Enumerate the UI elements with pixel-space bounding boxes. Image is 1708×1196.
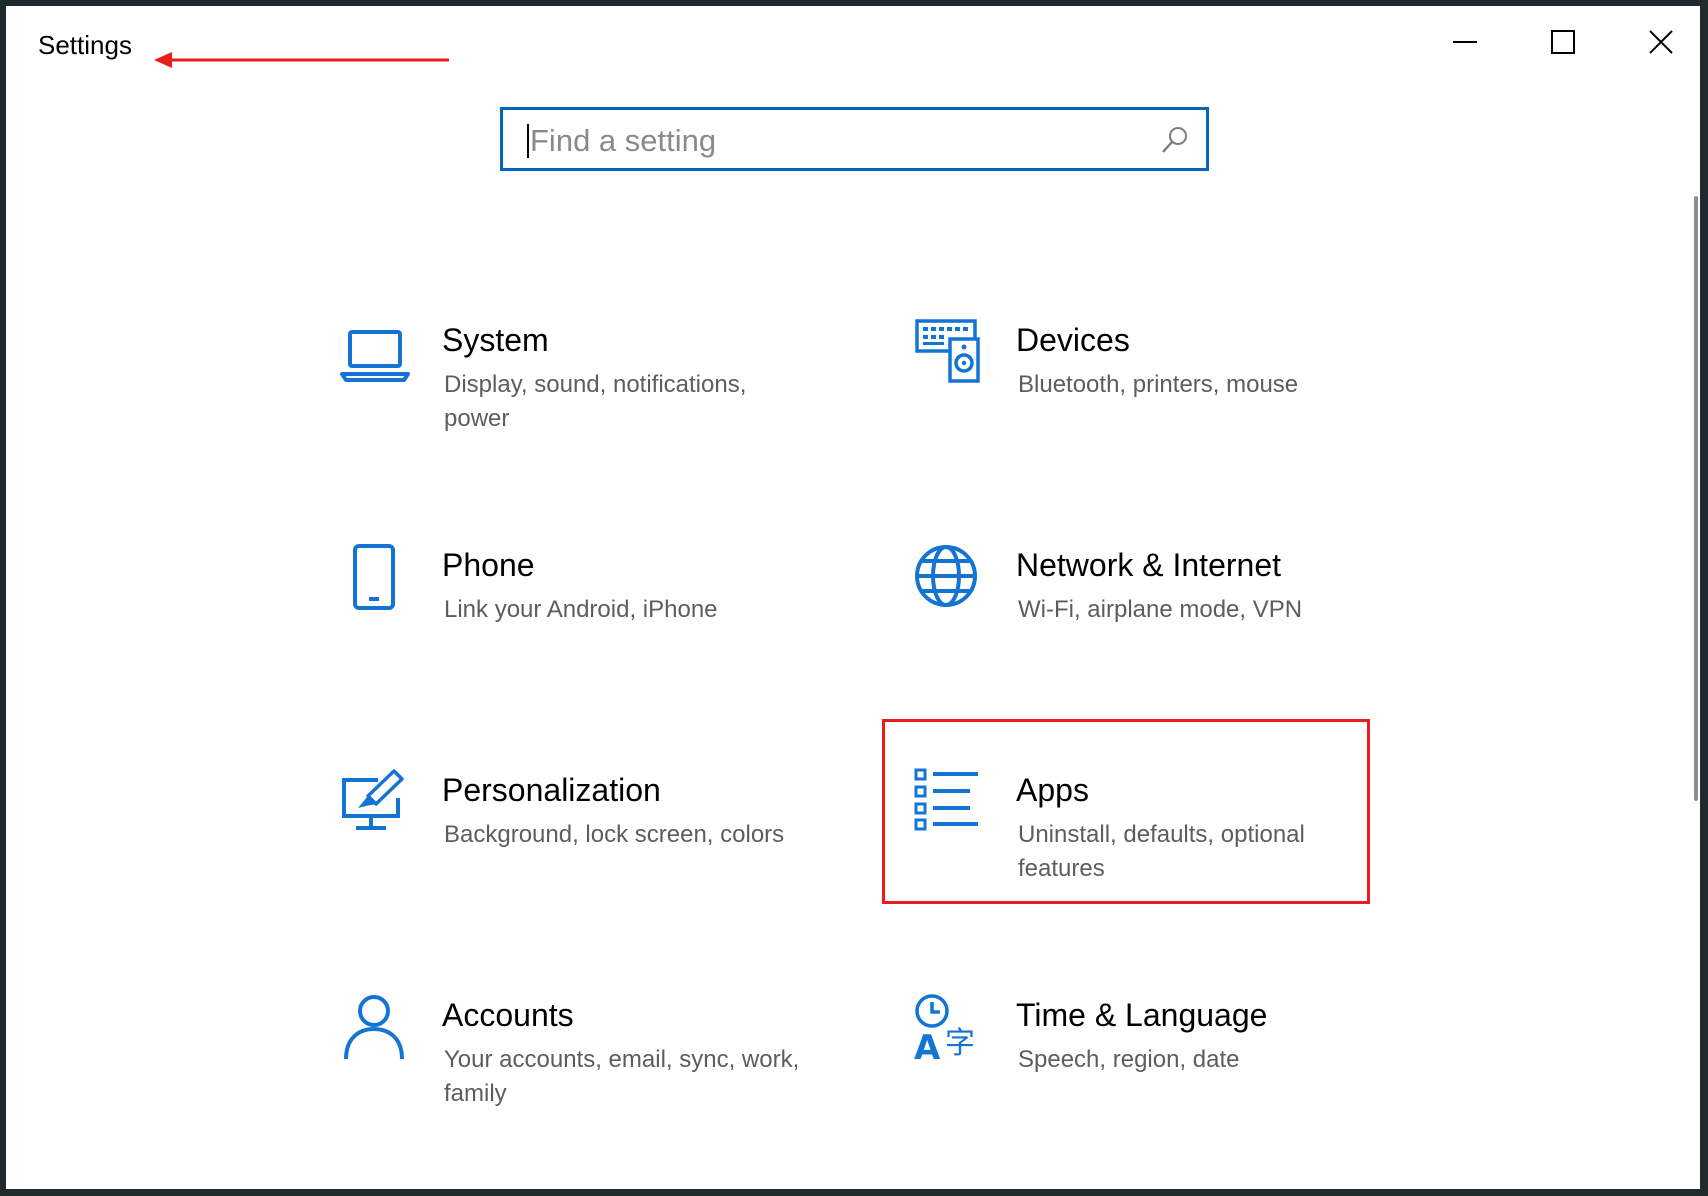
category-time-language[interactable]: A 字 Time & Language Speech, region, date <box>912 993 1382 1153</box>
category-personalization[interactable]: Personalization Background, lock screen,… <box>338 768 808 928</box>
category-title: System <box>442 322 549 358</box>
search-input[interactable]: Find a setting <box>500 107 1209 171</box>
search-icon[interactable] <box>1160 125 1190 155</box>
keyboard-speaker-icon <box>915 319 980 383</box>
category-description: Speech, region, date <box>1018 1046 1240 1073</box>
laptop-icon <box>340 330 410 382</box>
category-title: Accounts <box>442 997 574 1033</box>
person-icon <box>344 995 404 1060</box>
clock-language-icon: A 字 <box>914 994 975 1067</box>
annotation-highlight-apps <box>882 719 1370 904</box>
category-phone[interactable]: Phone Link your Android, iPhone <box>338 543 808 703</box>
category-description: Bluetooth, printers, mouse <box>1018 371 1299 398</box>
maximize-button[interactable] <box>1514 6 1612 78</box>
paintbrush-monitor-icon <box>342 769 404 830</box>
category-title: Phone <box>442 547 535 583</box>
category-title: Personalization <box>442 772 661 808</box>
minimize-button[interactable] <box>1416 6 1514 78</box>
globe-icon <box>915 545 977 607</box>
category-accounts[interactable]: Accounts Your accounts, email, sync, wor… <box>338 993 808 1153</box>
phone-icon <box>353 544 395 610</box>
svg-text:字: 字 <box>945 1026 975 1061</box>
category-title: Network & Internet <box>1016 547 1281 583</box>
window-title: Settings <box>38 30 132 60</box>
category-description: Wi-Fi, airplane mode, VPN <box>1018 596 1303 623</box>
category-description: Link your Android, iPhone <box>444 596 718 623</box>
category-description: Your accounts, email, sync, work, family <box>444 1046 800 1107</box>
close-button[interactable] <box>1612 6 1700 78</box>
close-icon <box>1649 30 1673 54</box>
minimize-icon <box>1453 41 1477 43</box>
category-description: Background, lock screen, colors <box>444 821 785 848</box>
text-caret <box>527 124 529 158</box>
scrollbar[interactable] <box>1694 196 1698 801</box>
category-description: Display, sound, notifications, power <box>444 371 747 432</box>
category-system[interactable]: System Display, sound, notifications, po… <box>338 318 808 478</box>
category-title: Devices <box>1016 322 1130 358</box>
category-title: Time & Language <box>1016 997 1268 1033</box>
search-placeholder: Find a setting <box>530 123 717 158</box>
svg-text:A: A <box>914 1028 941 1067</box>
annotation-arrow <box>154 52 449 68</box>
category-network-internet[interactable]: Network & Internet Wi-Fi, airplane mode,… <box>912 543 1382 703</box>
category-devices[interactable]: Devices Bluetooth, printers, mouse <box>912 318 1382 478</box>
title-bar[interactable]: Settings <box>6 6 1700 78</box>
settings-window: Settings Find a setting System Display, … <box>6 6 1700 1189</box>
maximize-icon <box>1551 30 1575 54</box>
